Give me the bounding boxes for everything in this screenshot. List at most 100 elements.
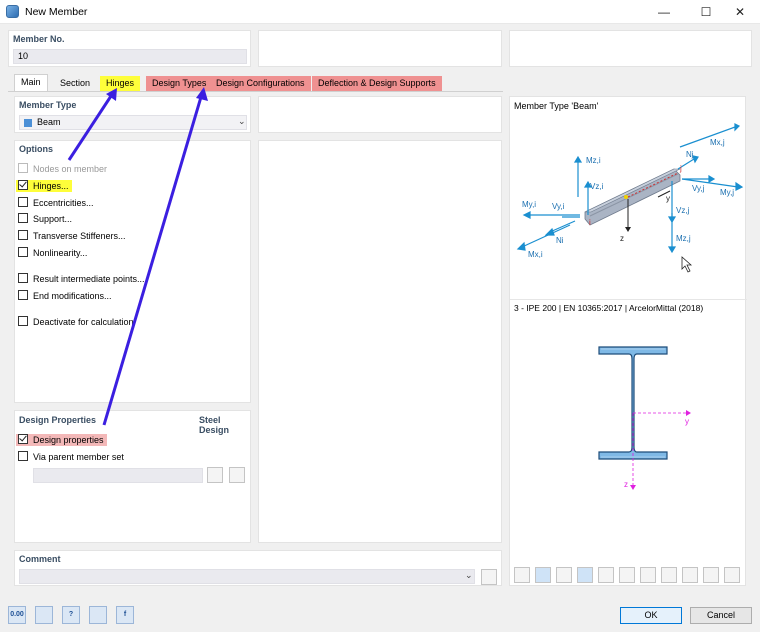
middle-panel — [258, 140, 502, 543]
section-t-icon[interactable] — [640, 567, 656, 583]
option-label: Deactivate for calculation — [33, 317, 134, 327]
label-my-i: My,i — [522, 200, 536, 209]
section-axes-icon[interactable] — [661, 567, 677, 583]
beam-centroid — [624, 195, 628, 199]
checkbox[interactable] — [18, 316, 28, 326]
member-no-label: Member No. — [13, 34, 65, 44]
tab-design-types[interactable]: Design Types — [146, 76, 213, 91]
help-icon[interactable]: ? — [62, 606, 80, 624]
option-nonlinearity[interactable]: Nonlinearity... — [18, 247, 87, 260]
design-properties-panel: Design Properties Steel Design — [14, 410, 251, 543]
option-end-modifications[interactable]: End modifications... — [18, 290, 112, 303]
section-dim-icon[interactable] — [577, 567, 593, 583]
label-vy-i: Vy,i — [552, 202, 565, 211]
label-vy-j: Vy,j — [692, 184, 705, 193]
member-no-input[interactable]: 10 — [13, 49, 247, 64]
minimize-button[interactable]: — — [644, 0, 684, 24]
option-label: Support... — [33, 214, 73, 224]
design-item-wrapper: Via parent member set — [18, 451, 124, 462]
section-y-label: y — [685, 417, 689, 426]
checkbox[interactable] — [18, 290, 28, 300]
label-mx-i: Mx,i — [528, 250, 543, 259]
header-panel-2 — [258, 30, 502, 67]
option-item-wrapper: Eccentricities... — [18, 197, 94, 208]
design-option-label: Via parent member set — [33, 452, 124, 462]
close-button[interactable]: ✕ — [720, 0, 760, 24]
option-support[interactable]: Support... — [18, 213, 72, 226]
comment-dropdown-icon[interactable]: ⌄ — [465, 570, 473, 581]
design-option-design-properties[interactable]: Design properties — [16, 434, 107, 447]
view-render-icon[interactable] — [514, 567, 530, 583]
section-z-label: z — [624, 480, 628, 489]
option-label: Nonlinearity... — [33, 248, 88, 258]
beam-diagram: Mz,i Mx,j Nj Vz,i j My,j Vy,j My,i Vy,i … — [516, 123, 744, 273]
option-item-wrapper: Deactivate for calculation — [18, 316, 134, 327]
checkbox[interactable] — [18, 230, 28, 240]
option-hinges[interactable]: Hinges... — [16, 180, 72, 193]
reset-view-icon[interactable] — [724, 567, 740, 583]
comment-panel: Comment ⌄ — [14, 550, 502, 586]
tab-main[interactable]: Main — [14, 74, 48, 91]
label-vz-i: Vz,i — [590, 182, 604, 191]
checkbox — [18, 163, 28, 173]
option-label: Hinges... — [33, 181, 69, 191]
preview-toolbar — [514, 567, 744, 585]
ok-button[interactable]: OK — [620, 607, 682, 624]
section-centroid-icon[interactable] — [598, 567, 614, 583]
delete-icon[interactable] — [89, 606, 107, 624]
checkbox[interactable] — [18, 247, 28, 257]
right-top-panel — [258, 96, 502, 133]
cancel-button[interactable]: Cancel — [690, 607, 752, 624]
formula-icon[interactable]: f — [116, 606, 134, 624]
design-option-via-parent-member-set[interactable]: Via parent member set — [18, 451, 124, 464]
option-label: Transverse Stiffeners... — [33, 231, 126, 241]
grid-icon[interactable] — [682, 567, 698, 583]
member-type-caption: Member Type 'Beam' — [514, 101, 599, 111]
label-vz-j: Vz,j — [676, 206, 690, 215]
option-label: Nodes on member — [33, 164, 108, 174]
tab-design-configurations[interactable]: Design Configurations — [210, 76, 311, 91]
label-y: y — [666, 194, 670, 203]
section-hatch-icon[interactable] — [556, 567, 572, 583]
edit-parent-button[interactable] — [229, 467, 245, 483]
section-i-icon[interactable] — [619, 567, 635, 583]
checkbox[interactable] — [18, 451, 28, 461]
member-icon[interactable] — [35, 606, 53, 624]
member-type-value: Beam — [37, 117, 61, 127]
preview-divider — [510, 299, 747, 300]
section-outline-icon[interactable] — [535, 567, 551, 583]
checkbox[interactable] — [18, 180, 28, 190]
section-caption: 3 - IPE 200 | EN 10365:2017 | ArcelorMit… — [514, 303, 704, 313]
view-options-icon[interactable] — [703, 567, 719, 583]
tab-hinges[interactable]: Hinges — [100, 76, 141, 91]
member-type-select[interactable]: Beam ⌄ — [19, 115, 247, 130]
label-j: j — [679, 164, 682, 173]
section-diagram: y z — [598, 346, 691, 490]
tab-divider — [8, 91, 503, 92]
option-eccentricities[interactable]: Eccentricities... — [18, 197, 94, 210]
checkbox[interactable] — [18, 213, 28, 223]
tab-deflection-design-supports[interactable]: Deflection & Design Supports — [312, 76, 442, 91]
label-mz-i: Mz,i — [586, 156, 601, 165]
option-label: Eccentricities... — [33, 198, 94, 208]
option-nodes-on-member: Nodes on member — [18, 163, 107, 176]
comment-library-button[interactable] — [481, 569, 497, 585]
app-icon — [6, 5, 19, 18]
title-bar: New Member — ☐ ✕ — [0, 0, 760, 24]
option-item-wrapper: Support... — [18, 213, 73, 224]
option-result-intermediate-points[interactable]: Result intermediate points... — [18, 273, 145, 286]
checkbox[interactable] — [18, 434, 28, 444]
units-icon[interactable]: 0.00 — [8, 606, 26, 624]
checkbox[interactable] — [18, 273, 28, 283]
design-option-label: Design properties — [33, 435, 104, 445]
comment-input[interactable] — [19, 569, 475, 584]
checkbox[interactable] — [18, 197, 28, 207]
parent-member-set-input[interactable] — [33, 468, 203, 483]
label-nj: Nj — [686, 150, 694, 159]
select-parent-button[interactable] — [207, 467, 223, 483]
option-deactivate-for-calculation[interactable]: Deactivate for calculation — [18, 316, 134, 329]
option-item-wrapper: Hinges... — [16, 180, 72, 192]
tab-section[interactable]: Section — [54, 76, 96, 91]
option-transverse-stiffeners[interactable]: Transverse Stiffeners... — [18, 230, 126, 243]
label-ni: Ni — [556, 236, 564, 245]
